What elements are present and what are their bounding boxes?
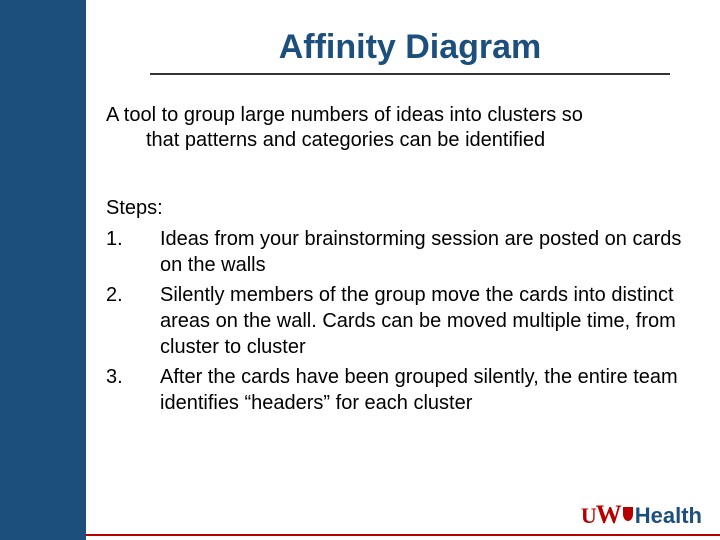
step-number: 3.: [106, 364, 160, 416]
steps-label: Steps:: [106, 197, 720, 220]
list-item: 2. Silently members of the group move th…: [106, 282, 686, 360]
intro-line-1: A tool to group large numbers of ideas i…: [106, 104, 583, 126]
slide-title: Affinity Diagram: [150, 28, 670, 67]
intro-line-2: that patterns and categories can be iden…: [106, 128, 666, 153]
intro-text: A tool to group large numbers of ideas i…: [106, 103, 666, 153]
step-number: 2.: [106, 282, 160, 360]
slide-content: Affinity Diagram A tool to group large n…: [100, 0, 720, 540]
step-text: Silently members of the group move the c…: [160, 282, 686, 360]
logo-health-text: Health: [635, 503, 702, 529]
step-number: 1.: [106, 226, 160, 278]
uw-health-logo: UW Health: [581, 500, 702, 530]
step-text: Ideas from your brainstorming session ar…: [160, 226, 686, 278]
steps-list: 1. Ideas from your brainstorming session…: [106, 226, 686, 416]
list-item: 3. After the cards have been grouped sil…: [106, 364, 686, 416]
title-underline: [150, 73, 670, 75]
side-accent-bar: [0, 0, 86, 540]
logo-uw-text: UW: [581, 500, 621, 530]
step-text: After the cards have been grouped silent…: [160, 364, 686, 416]
list-item: 1. Ideas from your brainstorming session…: [106, 226, 686, 278]
bottom-divider: [86, 534, 720, 536]
logo-crest-icon: [623, 507, 633, 521]
